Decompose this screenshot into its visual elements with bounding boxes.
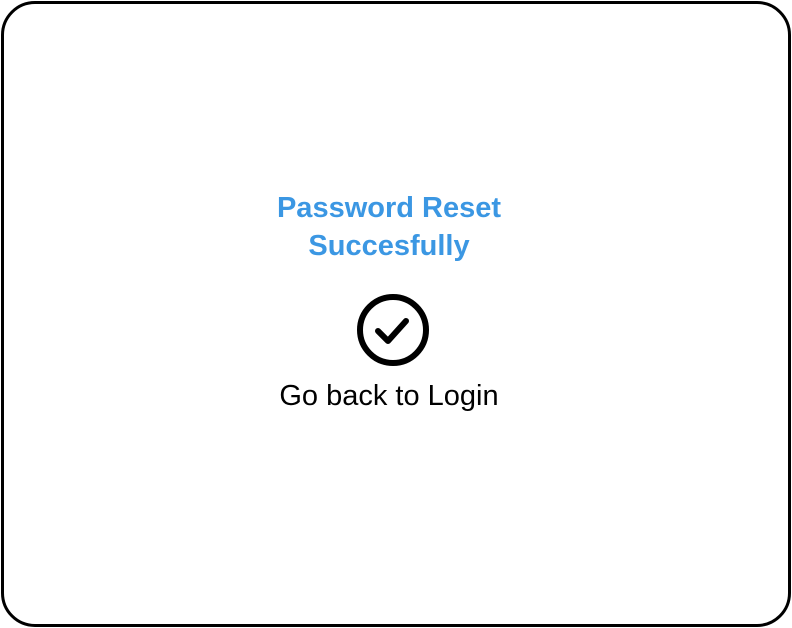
page-title: Password Reset Succesfully <box>4 189 774 265</box>
check-circle-icon <box>357 294 429 366</box>
title-line-2: Succesfully <box>308 230 470 262</box>
go-back-to-login-link[interactable]: Go back to Login <box>4 377 774 415</box>
password-reset-card: Password Reset Succesfully Go back to Lo… <box>1 1 791 627</box>
title-line-1: Password Reset <box>276 192 502 224</box>
